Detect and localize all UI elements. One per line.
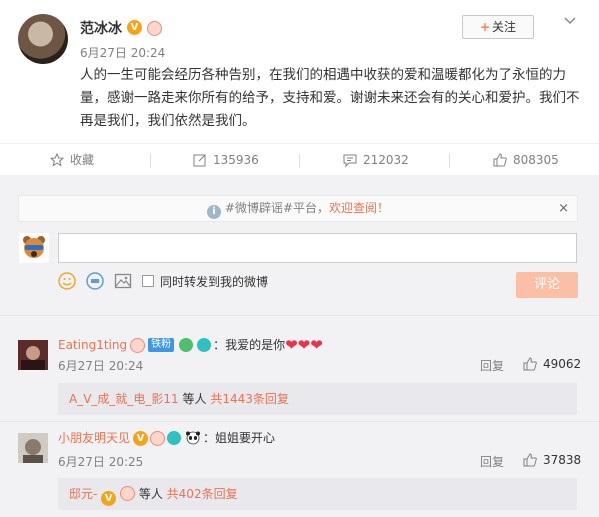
post-action-bar: 收藏 135936 212032 808305	[0, 143, 599, 175]
plus-icon: +	[479, 20, 491, 34]
user-photo-icon	[18, 340, 48, 370]
post-text: 人的一生可能会经历各种告别，在我们的相遇中收获的爱和温暖都化为了永恒的力量，感谢…	[80, 67, 580, 129]
action-divider	[150, 154, 151, 168]
notice-link[interactable]: 欢迎查阅！	[329, 201, 389, 215]
member-face-icon	[130, 337, 146, 353]
sub-reply-text: 等人	[138, 487, 163, 501]
sub-reply-user[interactable]: 邸元-	[69, 487, 97, 501]
favorite-label: 收藏	[70, 153, 95, 167]
comment-count: 212032	[363, 153, 409, 167]
star-icon	[50, 153, 64, 167]
comment-like-count: 37838	[543, 453, 582, 467]
comment-time: 6月27日 20:24	[58, 359, 144, 373]
reply-button[interactable]: 回复	[480, 453, 504, 470]
author-name[interactable]: 范冰冰	[80, 18, 122, 38]
sub-replies[interactable]: A_V_成_就_电_影11 等人 共1443条回复	[58, 383, 577, 415]
comment-section: i #微博辟谣#平台，欢迎查阅！ × 同时转发到我的微博 评论 Eating1t…	[0, 175, 599, 517]
forward-checkbox[interactable]	[142, 275, 154, 287]
like-count: 808305	[513, 153, 559, 167]
thumbs-up-icon	[523, 357, 537, 371]
comment-text: ：我爱的是你	[213, 338, 286, 352]
info-icon: i	[206, 205, 221, 219]
like-button[interactable]: 808305	[493, 144, 559, 176]
image-icon[interactable]	[114, 272, 132, 290]
comment-button[interactable]: 212032	[343, 144, 409, 176]
hearts-emoji: ❤❤❤	[285, 336, 323, 354]
commenter-name[interactable]: 小朋友明天见	[58, 429, 130, 447]
verified-badge-icon: V	[101, 491, 117, 506]
emoji-icon[interactable]	[58, 272, 76, 290]
comment-like-button[interactable]: 49062	[523, 357, 581, 371]
forward-label: 同时转发到我的微博	[160, 274, 269, 289]
action-divider	[449, 154, 450, 168]
comment-time: 6月27日 20:25	[58, 455, 144, 469]
my-avatar[interactable]	[19, 233, 49, 263]
sub-reply-link[interactable]: 共402条回复	[167, 487, 238, 501]
sub-reply-text: 等人	[182, 392, 207, 406]
comment-icon	[343, 154, 357, 167]
comment-text: ：姐姐要开心	[203, 431, 276, 445]
divider	[0, 421, 599, 422]
commenter-avatar[interactable]	[18, 433, 48, 463]
notice-text: #微博辟谣#平台，	[224, 201, 330, 215]
reply-button[interactable]: 回复	[480, 357, 504, 374]
author-avatar[interactable]	[18, 14, 68, 64]
favorite-button[interactable]: 收藏	[50, 144, 94, 176]
camera-badge-icon	[197, 338, 212, 352]
gif-icon[interactable]	[86, 272, 104, 290]
sub-reply-user[interactable]: A_V_成_就_电_影11	[69, 392, 179, 406]
submit-comment-button[interactable]: 评论	[516, 272, 578, 298]
user-photo-icon	[18, 433, 48, 463]
thumbs-up-icon	[523, 453, 537, 467]
comment-line: Eating1ting 铁粉 ：我爱的是你 ❤❤❤	[58, 336, 323, 354]
sub-reply-link[interactable]: 共1443条回复	[210, 392, 289, 406]
member-face-icon	[120, 486, 135, 501]
commenter-name[interactable]: Eating1ting	[58, 336, 127, 354]
sub-replies[interactable]: 邸元- V 等人 共402条回复	[58, 478, 577, 510]
comment-like-button[interactable]: 37838	[523, 453, 581, 467]
divider	[0, 315, 599, 316]
follow-button[interactable]: + 关注	[462, 15, 534, 39]
composer-toolbar: 同时转发到我的微博	[58, 271, 268, 291]
close-icon[interactable]: ×	[558, 196, 569, 221]
comment-line: 小朋友明天见 V ：姐姐要开心	[58, 429, 275, 447]
verified-badge-icon: V	[127, 20, 142, 35]
rumor-notice-bar: i #微博辟谣#平台，欢迎查阅！ ×	[18, 195, 578, 222]
heart-badge-icon	[179, 338, 194, 352]
post-time[interactable]: 6月27日 20:24	[80, 44, 165, 61]
thumbs-up-icon	[493, 153, 507, 167]
fan-badge: 铁粉	[148, 338, 175, 352]
camera-badge-icon	[167, 431, 182, 445]
weibo-post: 范冰冰 V 6月27日 20:24 人的一生可能会经历各种告别，在我们的相遇中收…	[0, 0, 599, 143]
comment-like-count: 49062	[543, 357, 582, 371]
repost-button[interactable]: 135936	[193, 144, 259, 176]
verified-badge-icon: V	[133, 430, 149, 446]
panda-icon	[186, 431, 201, 445]
bear-mascot-icon	[19, 233, 49, 263]
member-face-icon	[147, 21, 162, 36]
repost-count: 135936	[213, 153, 259, 167]
repost-icon	[193, 154, 206, 167]
action-divider	[299, 154, 300, 168]
commenter-avatar[interactable]	[18, 340, 48, 370]
chevron-down-icon[interactable]	[563, 14, 577, 28]
follow-label: 关注	[492, 20, 517, 34]
comment-input[interactable]	[58, 233, 577, 263]
member-face-icon	[150, 430, 166, 446]
